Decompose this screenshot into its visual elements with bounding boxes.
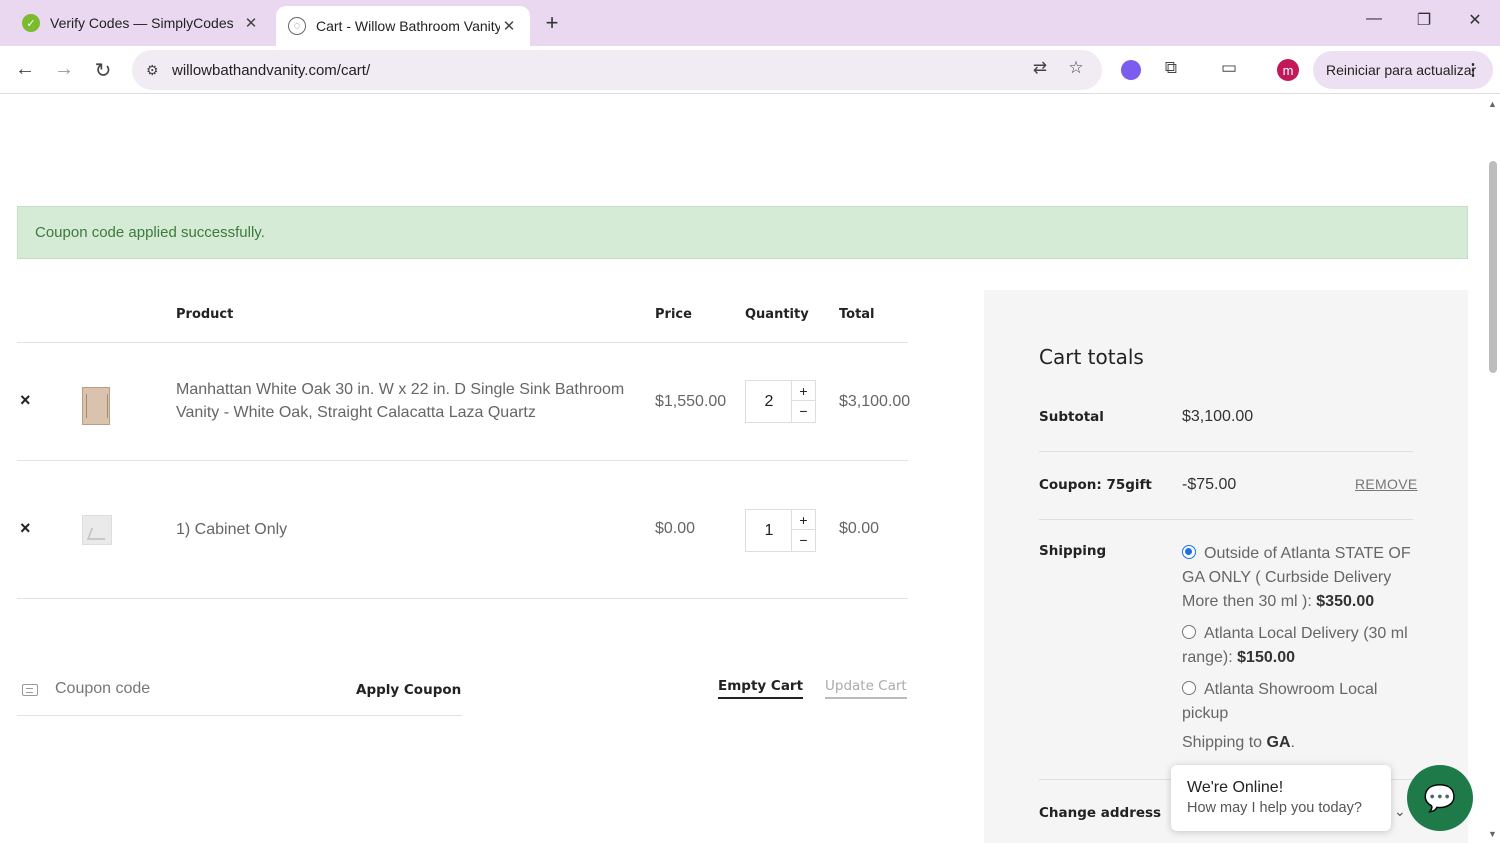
quantity-input[interactable]: 2: [746, 381, 792, 422]
apply-coupon-button[interactable]: Apply Coupon: [356, 682, 461, 698]
reload-icon[interactable]: ↻: [90, 58, 116, 83]
divider: [17, 598, 908, 599]
subtotal-label: Subtotal: [1039, 409, 1104, 425]
subtotal-value: $3,100.00: [1182, 408, 1254, 425]
site-info-icon[interactable]: ⚙: [146, 62, 166, 79]
increase-qty-button[interactable]: +: [792, 510, 815, 530]
shipping-option-showroom-pickup[interactable]: Atlanta Showroom Local pickup: [1182, 678, 1418, 726]
product-name-link[interactable]: 1) Cabinet Only: [176, 518, 636, 541]
tab-title: Verify Codes — SimplyCodes: [50, 15, 234, 31]
remove-item-button[interactable]: ×: [20, 390, 31, 411]
divider: [17, 342, 908, 343]
notice-message: Coupon code applied successfully.: [35, 224, 265, 241]
divider: [1039, 519, 1413, 520]
scrollbar-thumb[interactable]: [1489, 161, 1497, 373]
coupon-code-input[interactable]: [55, 680, 335, 698]
item-price: $1,550.00: [655, 393, 727, 410]
empty-cart-button[interactable]: Empty Cart: [718, 678, 804, 699]
remove-item-button[interactable]: ×: [20, 518, 31, 539]
header-price: Price: [655, 307, 692, 322]
radio-unselected[interactable]: [1182, 625, 1196, 639]
update-cart-button[interactable]: Update Cart: [825, 678, 907, 699]
change-address-toggle[interactable]: Change address: [1039, 805, 1161, 821]
stepper-buttons: + −: [791, 510, 815, 551]
shipping-option-outside-atlanta[interactable]: Outside of Atlanta STATE OF GA ONLY ( Cu…: [1182, 542, 1418, 614]
header-total: Total: [839, 307, 875, 322]
product-name-link[interactable]: Manhattan White Oak 30 in. W x 22 in. D …: [176, 378, 636, 424]
chat-launcher-button[interactable]: 💬: [1407, 765, 1473, 831]
item-total: $0.00: [839, 520, 880, 537]
shipping-option-local-delivery[interactable]: Atlanta Local Delivery (30 ml range): $1…: [1182, 622, 1418, 670]
decrease-qty-button[interactable]: −: [792, 401, 815, 421]
scroll-up-icon[interactable]: ▲: [1488, 99, 1497, 109]
window-close-icon[interactable]: ✕: [1460, 10, 1490, 30]
shipping-option-label: Atlanta Showroom Local pickup: [1182, 681, 1378, 722]
forward-icon[interactable]: →: [51, 58, 77, 81]
quantity-stepper[interactable]: 2 + −: [745, 380, 816, 423]
profile-avatar[interactable]: m: [1277, 59, 1299, 81]
back-icon[interactable]: ←: [12, 58, 38, 81]
chat-title: We're Online!: [1187, 779, 1284, 796]
chevron-down-icon[interactable]: ⌄: [1394, 803, 1406, 820]
header-product: Product: [176, 307, 234, 322]
chat-subtitle: How may I help you today?: [1187, 800, 1362, 816]
tab-simplycodes[interactable]: ✓ Verify Codes — SimplyCodes ✕: [10, 6, 272, 40]
restore-icon[interactable]: ❐: [1409, 10, 1439, 30]
update-browser-button[interactable]: Reiniciar para actualizar ⋮: [1313, 51, 1493, 89]
update-label: Reiniciar para actualizar: [1326, 62, 1477, 78]
extensions-puzzle-icon[interactable]: ⧉: [1158, 58, 1184, 78]
bookmark-star-icon[interactable]: ☆: [1064, 58, 1088, 78]
stepper-buttons: + −: [791, 381, 815, 422]
placeholder-image-icon[interactable]: [82, 515, 112, 545]
extension-purple-icon[interactable]: [1118, 60, 1144, 85]
item-total: $3,100.00: [839, 393, 911, 410]
remove-coupon-link[interactable]: REMOVE: [1355, 476, 1417, 492]
tab-strip: ✓ Verify Codes — SimplyCodes ✕ ◌ Cart - …: [0, 0, 1500, 46]
coupon-success-notice: Coupon code applied successfully.: [17, 206, 1468, 259]
simplycodes-favicon-icon: ✓: [22, 14, 40, 32]
ship-to-suffix: .: [1290, 734, 1295, 751]
product-thumbnail[interactable]: [82, 387, 110, 425]
shipping-destination: Shipping to GA.: [1182, 734, 1295, 752]
browser-toolbar: ← → ↻ ⚙ willowbathandvanity.com/cart/ ⇄ …: [0, 46, 1500, 94]
quantity-stepper[interactable]: 1 + −: [745, 509, 816, 552]
shipping-label: Shipping: [1039, 543, 1107, 559]
ship-to-prefix: Shipping to: [1182, 734, 1263, 751]
shipping-option-price: $350.00: [1316, 593, 1375, 610]
chat-bubbles-icon: 💬: [1423, 782, 1457, 813]
coupon-underline: [17, 715, 462, 716]
increase-qty-button[interactable]: +: [792, 381, 815, 401]
page-scrollbar[interactable]: ▲ ▼: [1486, 95, 1500, 843]
url-text[interactable]: willowbathandvanity.com/cart/: [172, 62, 370, 79]
divider: [1039, 451, 1413, 452]
tab-cart[interactable]: ◌ Cart - Willow Bathroom Vanity ✕: [276, 6, 530, 46]
globe-favicon-icon: ◌: [288, 17, 306, 35]
coupon-discount-value: -$75.00: [1182, 476, 1237, 493]
item-price: $0.00: [655, 520, 696, 537]
cast-search-icon[interactable]: ▭: [1216, 58, 1242, 78]
new-tab-button[interactable]: +: [540, 10, 564, 36]
decrease-qty-button[interactable]: −: [792, 530, 815, 550]
address-bar[interactable]: ⚙ willowbathandvanity.com/cart/: [132, 50, 1102, 90]
chat-greeting-bubble[interactable]: We're Online! How may I help you today?: [1171, 765, 1391, 831]
translate-icon[interactable]: ⇄: [1028, 58, 1052, 78]
minimize-icon[interactable]: —: [1359, 10, 1389, 28]
cart-totals-title: Cart totals: [1039, 345, 1144, 369]
coupon-label: Coupon: 75gift: [1039, 477, 1152, 493]
radio-unselected[interactable]: [1182, 681, 1196, 695]
coupon-ticket-icon: [22, 684, 38, 696]
menu-kebab-icon[interactable]: ⋮: [1465, 60, 1481, 80]
ship-to-state: GA: [1266, 734, 1291, 751]
quantity-input[interactable]: 1: [746, 510, 792, 551]
close-tab-icon[interactable]: ✕: [500, 17, 518, 35]
divider: [17, 460, 908, 461]
shipping-option-price: $150.00: [1237, 649, 1295, 666]
header-quantity: Quantity: [745, 307, 809, 322]
scroll-down-icon[interactable]: ▼: [1488, 829, 1497, 839]
shipping-option-label: Outside of Atlanta STATE OF GA ONLY ( Cu…: [1182, 545, 1411, 610]
tab-title: Cart - Willow Bathroom Vanity: [316, 18, 500, 34]
radio-selected[interactable]: [1182, 545, 1196, 559]
close-tab-icon[interactable]: ✕: [242, 14, 260, 32]
